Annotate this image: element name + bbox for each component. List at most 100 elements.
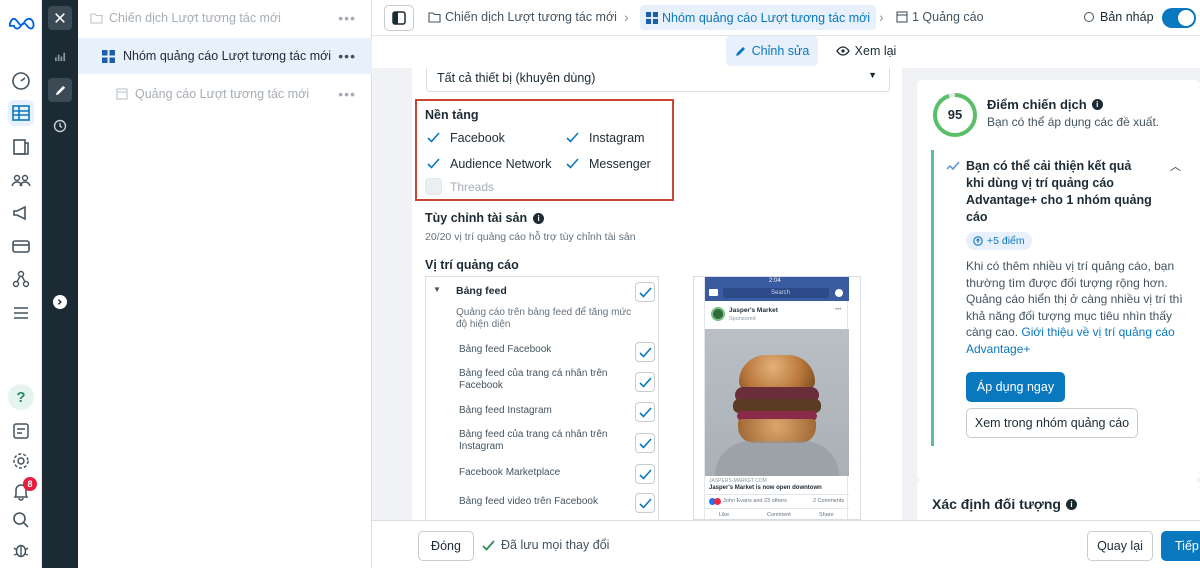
feedback-icon[interactable] <box>8 418 34 444</box>
tab-edit-label: Chỉnh sửa <box>751 44 810 58</box>
chart-icon[interactable] <box>48 44 72 68</box>
dashboard-icon[interactable] <box>8 68 34 94</box>
audience-icon[interactable] <box>8 167 34 193</box>
tree-item-adset[interactable]: Nhóm quảng cáo Lượt tương tác mới ••• <box>78 38 372 74</box>
caret-down-icon[interactable]: ▼ <box>433 285 441 294</box>
tree-campaign-label: Chiến dịch Lượt tương tác mới <box>109 11 281 25</box>
billing-card-icon[interactable] <box>8 233 34 259</box>
points-label: +5 điểm <box>987 235 1025 247</box>
next-button[interactable]: Tiếp <box>1161 531 1200 561</box>
platform-facebook[interactable]: Facebook <box>425 129 505 146</box>
checkbox-checked-icon[interactable] <box>564 129 581 146</box>
audience-panel: Xác định đối tượng i <box>917 480 1200 520</box>
more-options-icon[interactable]: ••• <box>338 10 356 26</box>
close-button[interactable]: Đóng <box>418 531 474 561</box>
asset-title: Tùy chỉnh tài sản <box>425 211 528 225</box>
megaphone-icon[interactable] <box>8 200 34 226</box>
ad-document-icon <box>116 88 128 100</box>
more-options-icon[interactable]: ••• <box>338 48 356 64</box>
checkbox-checked-icon[interactable] <box>425 155 442 172</box>
search-icon[interactable] <box>8 507 34 533</box>
more-options-icon: ••• <box>835 307 842 313</box>
edit-pencil-icon <box>735 47 745 56</box>
placement-checkbox[interactable] <box>635 433 655 453</box>
draft-toggle[interactable] <box>1162 8 1196 28</box>
platform-messenger-label: Messenger <box>589 156 651 171</box>
settings-gear-icon[interactable] <box>8 448 34 474</box>
preview-share: Share <box>819 512 834 518</box>
platforms-title: Nền tảng <box>425 108 479 122</box>
score-heading: Điểm chiến dịch i <box>987 97 1103 112</box>
breadcrumb-ad[interactable]: 1 Quảng cáo <box>896 10 984 24</box>
mode-tabs-bar: Chỉnh sửa Xem lại <box>372 36 1200 68</box>
chevron-up-icon[interactable]: ︿ <box>1170 158 1181 174</box>
platform-threads[interactable]: Threads <box>425 178 494 195</box>
placement-label: Bảng feed Instagram <box>459 405 552 416</box>
breadcrumb-adset[interactable]: Nhóm quảng cáo Lượt tương tác mới <box>640 5 877 30</box>
recommendation-title: Bạn có thể cải thiện kết quả khi dùng vị… <box>966 159 1152 224</box>
close-icon[interactable] <box>48 6 72 30</box>
tab-edit[interactable]: Chỉnh sửa <box>726 36 818 66</box>
tree-item-ad[interactable]: Quảng cáo Lượt tương tác mới ••• <box>78 76 372 112</box>
platform-instagram[interactable]: Instagram <box>564 129 645 146</box>
saved-status-label: Đã lưu mọi thay đổi <box>501 538 610 552</box>
more-options-icon[interactable]: ••• <box>338 86 356 102</box>
adset-grid-icon <box>646 11 658 24</box>
tree-item-campaign[interactable]: Chiến dịch Lượt tương tác mới ••• <box>78 0 372 36</box>
preview-time: 2:04 <box>769 278 781 284</box>
preview-search: Search <box>771 290 791 296</box>
platform-audience-network[interactable]: Audience Network <box>425 155 551 172</box>
menu-icon[interactable] <box>8 300 34 326</box>
eye-icon <box>835 46 850 56</box>
placement-checkbox[interactable] <box>635 464 655 484</box>
campaign-tree-panel: Chiến dịch Lượt tương tác mới ••• Nhóm q… <box>78 0 372 568</box>
preview-search-bar: Search <box>723 288 829 298</box>
placement-checkbox[interactable] <box>635 372 655 392</box>
breadcrumb-campaign[interactable]: Chiến dịch Lượt tương tác mới <box>428 10 617 24</box>
placement-label: Facebook Marketplace <box>459 467 561 478</box>
platform-threads-label: Threads <box>450 179 495 194</box>
notification-count-badge: 8 <box>23 477 37 491</box>
placement-checkbox[interactable] <box>635 493 655 513</box>
placement-checkbox[interactable] <box>635 402 655 422</box>
info-icon[interactable]: i <box>1065 498 1077 510</box>
left-rail: ? 8 <box>0 0 42 568</box>
audience-title: Xác định đối tượng <box>932 496 1061 512</box>
caret-down-icon: ▼ <box>868 70 877 80</box>
business-graph-icon[interactable] <box>8 266 34 292</box>
folder-icon <box>90 12 103 24</box>
pages-icon[interactable] <box>8 134 34 160</box>
placement-form: Tất cả thiết bị (khuyên dùng) ▼ Nền tảng… <box>412 68 902 520</box>
draft-status-icon <box>1084 12 1094 22</box>
ad-document-icon <box>896 11 908 23</box>
preview-domain: JASPERS-MARKET.COM <box>709 478 767 484</box>
apply-now-button[interactable]: Áp dụng ngay <box>966 372 1065 402</box>
score-title: Điểm chiến dịch <box>987 97 1087 112</box>
devices-select[interactable]: Tất cả thiết bị (khuyên dùng) ▼ <box>426 68 890 92</box>
checkbox-checked-icon[interactable] <box>425 129 442 146</box>
view-in-adset-button[interactable]: Xem trong nhóm quảng cáo <box>966 408 1138 438</box>
meta-logo-icon[interactable] <box>6 10 36 36</box>
platform-messenger[interactable]: Messenger <box>564 155 651 172</box>
preview-reactors: John Evans and 23 others <box>723 498 787 504</box>
info-icon[interactable]: i <box>533 212 545 224</box>
help-icon[interactable]: ? <box>8 384 34 410</box>
bug-report-icon[interactable] <box>8 537 34 563</box>
edit-pencil-icon[interactable] <box>48 78 72 102</box>
tab-review[interactable]: Xem lại <box>826 36 906 66</box>
feeds-group-label: Bảng feed <box>456 285 507 297</box>
platform-facebook-label: Facebook <box>450 130 505 145</box>
history-clock-icon[interactable] <box>48 114 72 138</box>
checkbox-unchecked-icon[interactable] <box>425 178 442 195</box>
toggle-panel-button[interactable] <box>384 5 414 31</box>
checkbox-checked-icon[interactable] <box>564 155 581 172</box>
chevron-right-icon: › <box>879 9 884 25</box>
trend-icon <box>946 161 960 171</box>
feeds-group-checkbox[interactable] <box>635 282 655 302</box>
back-button[interactable]: Quay lại <box>1087 531 1153 561</box>
ads-manager-table-icon[interactable] <box>8 100 34 126</box>
placement-checkbox[interactable] <box>635 342 655 362</box>
adset-grid-icon <box>102 49 115 63</box>
info-icon[interactable]: i <box>1091 99 1103 110</box>
expand-chevron-icon[interactable] <box>48 290 72 314</box>
